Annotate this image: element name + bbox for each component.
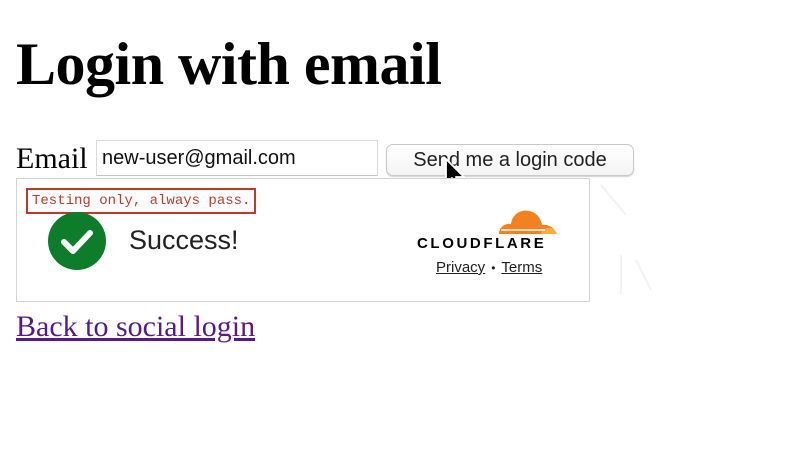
success-check-icon (48, 212, 106, 270)
email-label: Email (16, 142, 88, 175)
cloudflare-cloud-icon (499, 210, 557, 234)
faded-artifact (600, 184, 652, 295)
cloudflare-links: Privacy • Terms (436, 259, 542, 276)
terms-link[interactable]: Terms (501, 259, 542, 276)
testing-notice: Testing only, always pass. (26, 188, 257, 214)
privacy-link[interactable]: Privacy (436, 259, 485, 276)
success-status: Success! (129, 225, 239, 255)
page-title: Login with email (16, 31, 442, 97)
email-field[interactable] (96, 140, 378, 176)
cloudflare-turnstile-widget: Testing only, always pass. Success! CLOU… (16, 178, 590, 302)
back-to-social-login-link[interactable]: Back to social login (16, 308, 255, 346)
cloudflare-wordmark: CLOUDFLARE (417, 235, 547, 252)
send-login-code-button[interactable]: Send me a login code (386, 144, 634, 176)
link-separator: • (491, 261, 496, 275)
cloudflare-logo[interactable]: CLOUDFLARE (417, 197, 562, 257)
